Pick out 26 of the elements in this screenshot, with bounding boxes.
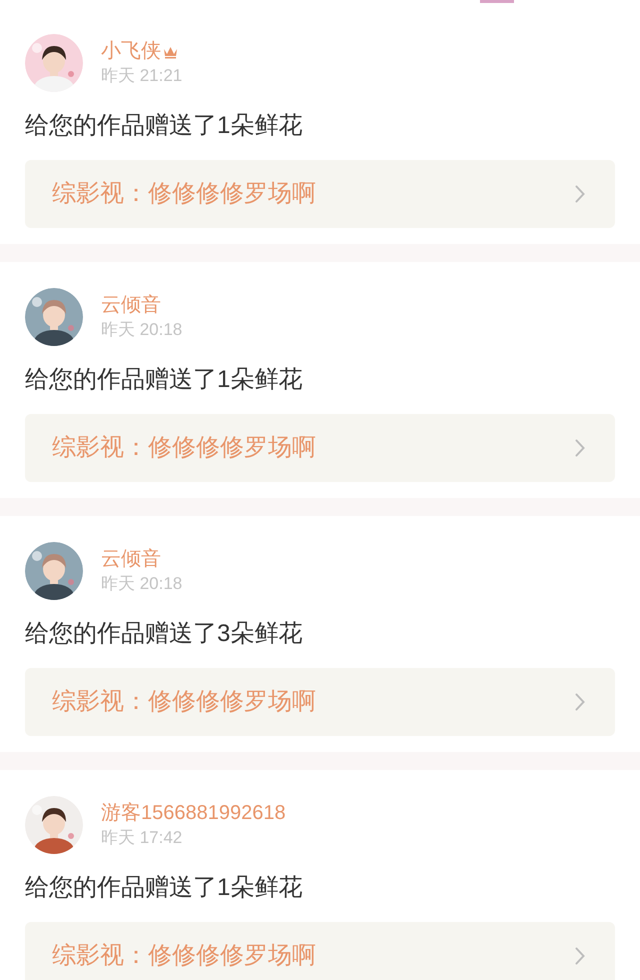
gift-message: 给您的作品赠送了3朵鲜花 xyxy=(25,619,304,649)
chevron-right-icon xyxy=(575,947,585,965)
timestamp: 昨天 20:18 xyxy=(101,573,182,595)
tab-indicator xyxy=(480,0,514,3)
chevron-right-icon xyxy=(575,439,585,457)
work-link-card[interactable]: 综影视：修修修修罗场啊 xyxy=(25,922,615,980)
user-name[interactable]: 云倾音 xyxy=(101,546,161,572)
work-link-card[interactable]: 综影视：修修修修罗场啊 xyxy=(25,668,615,736)
timestamp: 昨天 21:21 xyxy=(101,65,182,87)
work-title: 综影视：修修修修罗场啊 xyxy=(52,941,316,971)
timestamp: 昨天 17:42 xyxy=(101,827,184,849)
work-link-card[interactable]: 综影视：修修修修罗场啊 xyxy=(25,160,615,228)
gift-message: 给您的作品赠送了1朵鲜花 xyxy=(25,111,304,141)
user-name[interactable]: 云倾音 xyxy=(101,292,161,318)
crown-icon xyxy=(163,45,178,59)
work-title: 综影视：修修修修罗场啊 xyxy=(52,687,316,717)
user-name[interactable]: 小飞侠 xyxy=(101,38,161,64)
timestamp: 昨天 20:18 xyxy=(101,319,182,341)
work-link-card[interactable]: 综影视：修修修修罗场啊 xyxy=(25,414,615,482)
work-title: 综影视：修修修修罗场啊 xyxy=(52,433,316,463)
chevron-right-icon xyxy=(575,185,585,203)
user-name[interactable]: 游客1566881992618 xyxy=(101,800,286,826)
chevron-right-icon xyxy=(575,693,585,711)
gift-message: 给您的作品赠送了1朵鲜花 xyxy=(25,365,304,395)
gift-message: 给您的作品赠送了1朵鲜花 xyxy=(25,873,304,903)
work-title: 综影视：修修修修罗场啊 xyxy=(52,179,316,209)
